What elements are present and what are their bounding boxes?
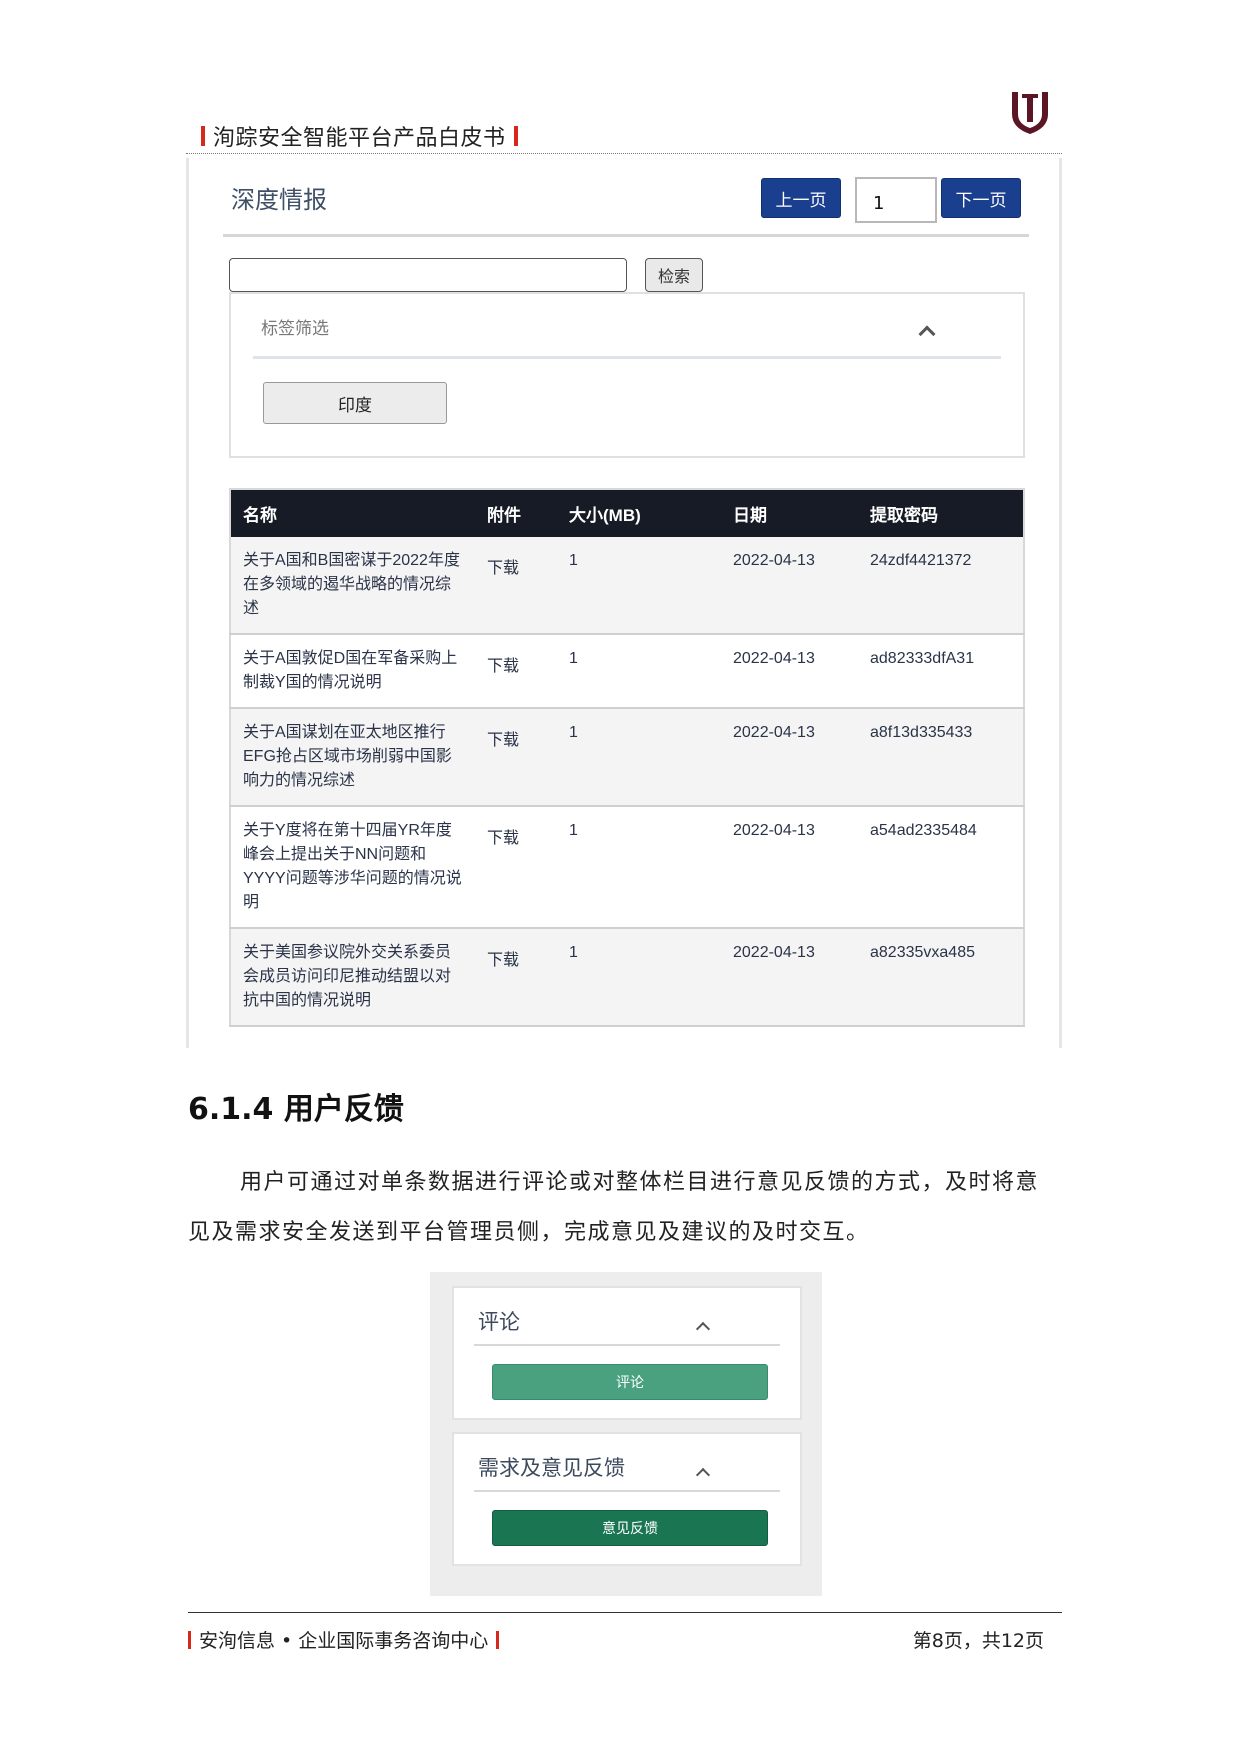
intel-table: 名称 附件 大小(MB) 日期 提取密码 关于A国和B国密谋于2022年度在多领… [229,488,1025,1027]
header-red-bar-right [513,126,518,146]
row-date: 2022-04-13 [721,806,858,929]
header-red-bar-left [201,126,205,146]
download-link[interactable]: 下载 [487,949,519,973]
table-row: 关于A国敦促D国在军备采购上制裁Y国的情况说明 下载 1 2022-04-13 … [230,634,1024,709]
search-input[interactable] [229,258,627,292]
page-number: 第8页，共12页 [912,1630,1044,1652]
table-row: 关于Y度将在第十四届YR年度峰会上提出关于NN问题和YYYY问题等涉华问题的情况… [230,806,1024,929]
feedback-card-title: 需求及意见反馈 [478,1456,625,1480]
row-date: 2022-04-13 [721,634,858,709]
feedback-card: 需求及意见反馈 意见反馈 [452,1432,802,1566]
row-name: 关于Y度将在第十四届YR年度峰会上提出关于NN问题和YYYY问题等涉华问题的情况… [230,806,475,929]
table-header-row: 名称 附件 大小(MB) 日期 提取密码 [230,489,1024,537]
tag-india-button[interactable]: 印度 [263,382,447,424]
download-link[interactable]: 下载 [487,557,519,581]
title-divider [223,234,1029,237]
header-dotted-rule [186,153,1062,154]
column-header-size: 大小(MB) [569,506,641,525]
row-size: 1 [557,537,721,635]
table-row: 关于A国和B国密谋于2022年度在多领域的遏华战略的情况综述 下载 1 2022… [230,537,1024,635]
feedback-button[interactable]: 意见反馈 [492,1510,768,1546]
row-password: a82335vxa485 [858,928,1024,1027]
tag-filter-label: 标签筛选 [261,319,329,339]
intel-screenshot: 深度情报 上一页 1 下一页 检索 标签筛选 印度 名称 附件 大小(MB) 日… [186,158,1062,1048]
column-header-name: 名称 [243,506,277,525]
comment-card-title: 评论 [478,1310,520,1334]
chevron-up-icon[interactable] [918,325,936,343]
row-password: ad82333dfA31 [858,634,1024,709]
row-password: a8f13d335433 [858,708,1024,807]
header-title-wrap: 洵踪安全智能平台产品白皮书 [201,120,518,152]
column-header-password: 提取密码 [870,506,938,525]
download-link[interactable]: 下载 [487,655,519,679]
row-size: 1 [557,806,721,929]
chevron-up-icon[interactable] [695,1321,711,1337]
row-date: 2022-04-13 [721,708,858,807]
comment-card: 评论 评论 [452,1286,802,1420]
next-page-button[interactable]: 下一页 [941,178,1021,218]
row-name: 关于美国参议院外交关系委员会成员访问印尼推动结盟以对抗中国的情况说明 [230,928,475,1027]
section-paragraph: 用户可通过对单条数据进行评论或对整体栏目进行意见反馈的方式，及时将意见及需求安全… [188,1170,1040,1245]
document-title: 洵踪安全智能平台产品白皮书 [213,126,506,151]
feedback-card-divider [474,1490,780,1492]
comment-card-divider [474,1344,780,1346]
footer-red-bar-left [188,1630,191,1649]
prev-page-button[interactable]: 上一页 [761,178,841,218]
table-row: 关于美国参议院外交关系委员会成员访问印尼推动结盟以对抗中国的情况说明 下载 1 … [230,928,1024,1027]
company-logo-icon [1012,92,1048,134]
row-password: 24zdf4421372 [858,537,1024,635]
row-date: 2022-04-13 [721,537,858,635]
row-size: 1 [557,708,721,807]
search-button[interactable]: 检索 [645,258,703,292]
download-link[interactable]: 下载 [487,729,519,753]
footer-rule [188,1612,1062,1613]
tag-filter-panel: 标签筛选 印度 [229,292,1025,458]
footer-red-bar-right [496,1630,500,1649]
column-header-date: 日期 [733,506,767,525]
footer-left: 安洵信息 • 企业国际事务咨询中心 [188,1626,500,1653]
section-heading: 6.1.4 用户反馈 [188,1092,404,1127]
filter-divider [253,356,1001,359]
download-link[interactable]: 下载 [487,827,519,851]
row-password: a54ad2335484 [858,806,1024,929]
row-date: 2022-04-13 [721,928,858,1027]
comment-button[interactable]: 评论 [492,1364,768,1400]
row-name: 关于A国谋划在亚太地区推行EFG抢占区域市场削弱中国影响力的情况综述 [230,708,475,807]
row-size: 1 [557,634,721,709]
row-size: 1 [557,928,721,1027]
page-header: 洵踪安全智能平台产品白皮书 [186,88,1062,154]
row-name: 关于A国敦促D国在军备采购上制裁Y国的情况说明 [230,634,475,709]
page-number-input[interactable]: 1 [855,177,937,223]
column-header-attachment: 附件 [487,506,521,525]
feedback-screenshot: 评论 评论 需求及意见反馈 意见反馈 [430,1272,822,1596]
footer-company: 安洵信息 • 企业国际事务咨询中心 [199,1630,489,1652]
chevron-up-icon[interactable] [695,1467,711,1483]
table-row: 关于A国谋划在亚太地区推行EFG抢占区域市场削弱中国影响力的情况综述 下载 1 … [230,708,1024,807]
row-name: 关于A国和B国密谋于2022年度在多领域的遏华战略的情况综述 [230,537,475,635]
panel-title: 深度情报 [231,186,327,214]
